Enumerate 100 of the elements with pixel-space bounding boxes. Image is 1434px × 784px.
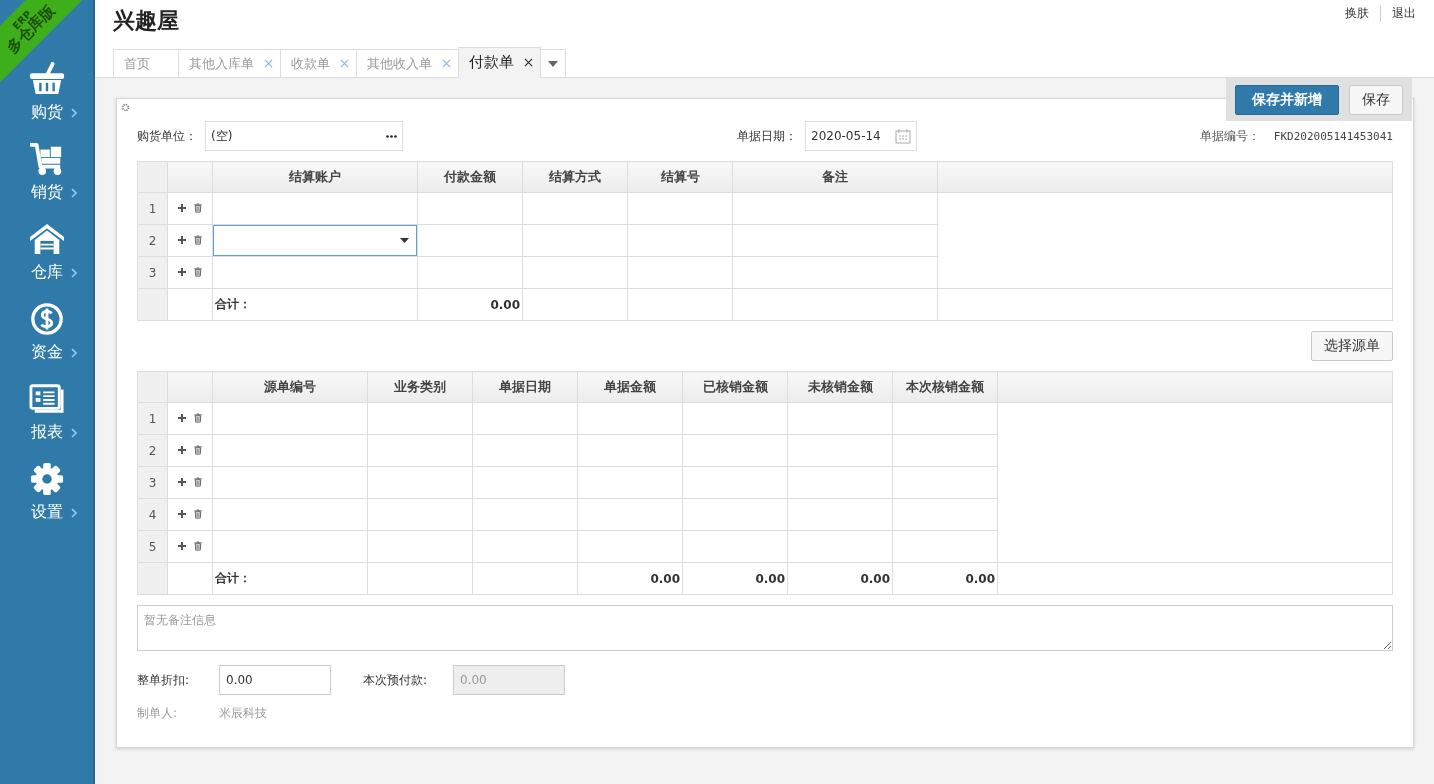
caret-icon [400,238,409,243]
table-cell[interactable] [212,402,368,435]
total-cell: 0.00 [682,562,788,595]
account-dropdown[interactable] [212,224,418,257]
column-header: 单据金额 [577,371,683,403]
chevron-icon [70,347,77,358]
add-icon[interactable] [177,234,187,245]
sidebar-label: 仓库 [30,262,63,283]
table-cell[interactable] [212,434,368,467]
save-button[interactable]: 保存并新增 [1235,85,1339,115]
trash-icon[interactable] [193,266,203,277]
row-number: 5 [137,530,168,563]
table-cell[interactable] [682,402,788,435]
table-cell[interactable] [682,466,788,499]
date-field[interactable]: 2020-05-14 [805,121,917,151]
trash-icon[interactable] [193,476,203,487]
chevron-icon [70,427,77,438]
table-cell[interactable] [367,466,473,499]
chevron-icon [70,507,77,518]
table-cell[interactable] [522,192,628,225]
table-cell[interactable] [682,530,788,563]
column-header: 付款金额 [417,161,523,193]
table-cell[interactable] [367,434,473,467]
table-cell[interactable] [682,434,788,467]
add-icon[interactable] [177,266,187,277]
sidebar-label: 资金 [30,342,63,363]
chevron-icon [70,267,77,278]
table-cell[interactable] [367,402,473,435]
table-cell[interactable] [522,224,628,257]
table-cell[interactable] [787,402,893,435]
add-icon[interactable] [177,444,187,455]
table-cell[interactable] [212,466,368,499]
table-cell[interactable] [627,192,733,225]
table-cell[interactable] [417,256,523,289]
table-cell[interactable] [367,498,473,531]
field-label: 制单人: [137,705,179,722]
table-cell[interactable] [367,530,473,563]
add-icon[interactable] [177,412,187,423]
table-cell[interactable] [212,256,418,289]
table-cell[interactable] [627,224,733,257]
sidebar-label: 设置 [30,502,63,523]
table-cell[interactable] [212,192,418,225]
supplier-field[interactable]: (空) [205,121,403,151]
row-number: 1 [137,192,168,225]
table-cell[interactable] [417,224,523,257]
table-cell[interactable] [212,498,368,531]
add-icon[interactable] [177,202,187,213]
note-field[interactable]: 暂无备注信息 [137,605,1393,651]
save-button[interactable]: 保存 [1349,85,1403,115]
row-number: 2 [137,224,168,257]
app-title: 兴趣屋 [113,7,179,35]
field-label: 购货单位： [137,127,197,145]
table-cell[interactable] [682,498,788,531]
table-cell[interactable] [577,498,683,531]
tab-menu-button[interactable] [540,49,566,77]
table-cell[interactable] [787,466,893,499]
trash-icon[interactable] [193,412,203,423]
trash-icon[interactable] [193,508,203,519]
table-cell[interactable] [732,192,938,225]
column-header: 未核销金额 [787,371,893,403]
add-icon[interactable] [177,476,187,487]
tab[interactable]: 付款单 [458,47,541,78]
add-icon[interactable] [177,540,187,551]
table-cell[interactable] [472,466,578,499]
table-cell[interactable] [577,434,683,467]
table-cell[interactable] [472,434,578,467]
field-label: 本次预付款: [363,671,429,689]
field-label: 单据日期： [737,127,797,145]
table-cell[interactable] [472,498,578,531]
close-icon[interactable] [524,58,533,67]
table-cell[interactable] [892,402,998,435]
trash-icon[interactable] [193,202,203,213]
table-cell[interactable] [472,402,578,435]
table-cell[interactable] [212,530,368,563]
column-header: 已核销金额 [682,371,788,403]
header-link[interactable]: 退出 [1380,5,1416,22]
table-cell[interactable] [472,530,578,563]
add-icon[interactable] [177,508,187,519]
table-cell[interactable] [417,192,523,225]
row-number: 2 [137,434,168,467]
select-source-button[interactable]: 选择源单 [1311,331,1393,361]
table-cell[interactable] [787,530,893,563]
table-cell[interactable] [522,256,628,289]
column-header: 本次核销金额 [892,371,998,403]
table-cell[interactable] [577,402,683,435]
field-label: 整单折扣: [137,671,191,689]
trash-icon[interactable] [193,234,203,245]
total-cell: 0.00 [417,288,523,321]
header-link[interactable]: 换肤 [1334,5,1380,22]
settings-icon[interactable] [121,103,130,112]
trash-icon[interactable] [193,444,203,455]
column-header: 备注 [732,161,938,193]
table-cell[interactable] [627,256,733,289]
trash-icon[interactable] [193,540,203,551]
calendar-icon [895,128,911,144]
table-cell[interactable] [577,466,683,499]
discount-field[interactable]: 0.00 [219,665,331,695]
table-cell[interactable] [577,530,683,563]
table-cell[interactable] [787,498,893,531]
table-cell[interactable] [787,434,893,467]
